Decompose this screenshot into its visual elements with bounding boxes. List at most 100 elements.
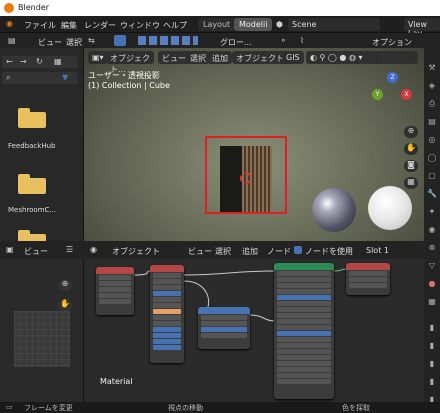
view-layer-selector[interactable]: View Lay [404,18,440,38]
material-output-node[interactable] [346,263,390,295]
folder-meshroom-label[interactable]: MeshroomC... [8,206,56,214]
status-bar: ▭ フレームを変更 視点の移動 色を採取 [0,402,440,412]
output-icon[interactable]: ⎙ [427,99,437,109]
hand-pan-icon[interactable]: ✋ [404,143,418,155]
tab-modeling[interactable]: Modelii [234,18,273,31]
principled-bsdf-node-header [274,263,334,270]
sidebar-tab-item-icon[interactable]: ▮ [427,323,437,333]
scene-selector[interactable]: Scene [288,18,380,31]
3d-viewport[interactable]: ▣▾ オブジェクト... ビュー 選択 追加 オブジェクト GIS ◐ ⚲ ◯ … [84,48,424,241]
select-mode-icons[interactable] [138,36,198,45]
image-texture-node-header [150,265,184,272]
viewport-gis-menu[interactable]: GIS [282,51,304,64]
header-row: ▤ ビュー 選択 ⇆ グロー... ⚬ ⌇ オプション [0,33,440,48]
folder-icon[interactable]: ▤ [8,36,16,45]
bump-node[interactable] [198,307,250,349]
sidebar-tab-tool-icon[interactable]: ▮ [427,341,437,351]
hamburger-menu-icon[interactable]: ☰ [66,245,73,254]
gizmo-x-axis[interactable]: X [401,89,412,100]
chrome-sphere-preview [312,188,356,232]
particles-icon[interactable]: ✦ [427,207,437,217]
view-layer-icon[interactable]: ▤ [427,117,437,127]
sidebar-tab-view-icon[interactable]: ▮ [427,359,437,369]
snap-icon[interactable]: ⌇ [300,36,304,45]
mode-dropdown[interactable]: オブジェクト... [106,51,154,74]
file-filter-bar[interactable]: ⌕ ▼ [2,72,78,84]
grid-toggle-icon[interactable]: ▦ [404,177,418,189]
blender-logo-icon [4,3,14,13]
top-menu-bar: ◉ ファイル 編集 レンダー ウィンドウ ヘルプ Layout Modelii … [0,16,440,38]
viewport-info-collection: (1) Collection | Cube [88,81,170,90]
image-texture-node[interactable] [150,265,184,363]
constraints-icon[interactable]: ⊗ [427,243,437,253]
image-editor-header: ▣ ビュー ☰ [0,241,84,259]
viewport-add-menu[interactable]: 追加 [208,51,232,64]
shader-node-editor[interactable]: ◉ オブジェクト ビュー 選択 追加 ノード ノードを使用 Slot 1 Mat… [84,241,424,402]
menu-window[interactable]: ウィンドウ [120,20,160,31]
scene-properties-icon[interactable]: ◎ [427,135,437,145]
viewport-select-menu[interactable]: 選択 [186,51,210,64]
options-menu[interactable]: オプション [372,37,412,48]
tool-icon[interactable]: ⚒ [427,63,437,73]
image-canvas[interactable] [14,311,70,367]
camera-icon[interactable]: ◙ [404,160,418,172]
refresh-icon[interactable]: ↻ [36,57,43,66]
texture-coordinate-node-header [96,267,134,274]
file-select-menu[interactable]: 選択 [66,37,82,48]
render-icon[interactable]: ◈ [427,81,437,91]
object-icon[interactable]: ▢ [427,171,437,181]
image-editor-type-icon[interactable]: ▣ [6,245,14,254]
scene-icon: ⬢ [276,20,283,29]
file-nav-bar[interactable]: ← → ↻ ▦ [2,56,78,68]
transform-icon[interactable]: ⇆ [88,36,95,45]
back-arrow-icon[interactable]: ← [6,57,13,66]
search-icon[interactable]: ⌕ [6,73,10,83]
select-tool-icon[interactable] [114,35,126,46]
menu-file[interactable]: ファイル [24,20,56,31]
pivot-icon[interactable]: ⚬ [280,36,287,45]
file-browser-panel: ← → ↻ ▦ ⌕ ▼ FeedbackHub MeshroomC... [0,48,84,241]
3d-cursor-icon[interactable] [240,172,252,184]
folder-partial-icon[interactable] [18,230,46,241]
file-view-menu[interactable]: ビュー [38,37,62,48]
viewport-info-perspective: ユーザー・透視投影 [88,71,160,80]
folder-feedbackhub-icon[interactable] [18,108,46,128]
texture-coordinate-node[interactable] [96,267,134,315]
bump-node-header [198,307,250,314]
viewport-object-menu[interactable]: オブジェクト [232,51,288,64]
menu-edit[interactable]: 編集 [61,20,77,31]
sidebar-tab-extra-icon[interactable]: ▮ [427,377,437,387]
transform-orientation[interactable]: グロー... [220,37,252,48]
folder-meshroom-icon[interactable] [18,174,46,194]
tab-layout[interactable]: Layout [198,18,236,31]
gizmo-y-axis[interactable]: Y [372,89,383,100]
data-icon[interactable]: ▽ [427,261,437,271]
navigation-gizmo[interactable]: Z Y X [372,72,412,112]
world-icon[interactable]: ◯ [427,153,437,163]
white-sphere-preview [368,186,412,230]
modifier-icon[interactable]: 🔧 [427,189,437,199]
texture-icon[interactable]: ▦ [427,297,437,307]
folder-feedbackhub-label[interactable]: FeedbackHub [8,142,55,150]
blender-menu-icon[interactable]: ◉ [6,19,13,28]
image-editor-panel: ▣ ビュー ☰ ⊕ ✋ [0,241,84,402]
forward-arrow-icon[interactable]: → [20,57,27,66]
principled-bsdf-node[interactable] [274,263,334,399]
gizmo-z-axis[interactable]: Z [387,72,398,83]
filter-icon[interactable]: ▼ [62,73,68,82]
image-view-menu[interactable]: ビュー [24,246,48,257]
material-output-node-header [346,263,390,270]
physics-icon[interactable]: ◉ [427,225,437,235]
menu-render[interactable]: レンダー [84,20,116,31]
status-mouse-left-icon: ▭ [6,403,13,411]
menu-help[interactable]: ヘルプ [163,20,187,31]
os-title-bar: Blender [0,0,440,16]
grid-view-icon[interactable]: ▦ [54,57,62,66]
properties-tabs: ⚒ ◈ ⎙ ▤ ◎ ◯ ▢ 🔧 ✦ ◉ ⊗ ▽ ● ▦ ▮ ▮ ▮ ▮ ▮ [424,33,440,408]
image-zoom-icon[interactable]: ⊕ [58,279,72,291]
editor-type-icon[interactable]: ▣▾ [88,51,108,64]
material-icon[interactable]: ● [427,279,437,289]
zoom-icon[interactable]: ⊕ [404,126,418,138]
image-pan-icon[interactable]: ✋ [58,299,72,311]
viewport-shading-icons[interactable]: ◐ ⚲ ◯ ● ◍ ▾ [306,51,418,64]
